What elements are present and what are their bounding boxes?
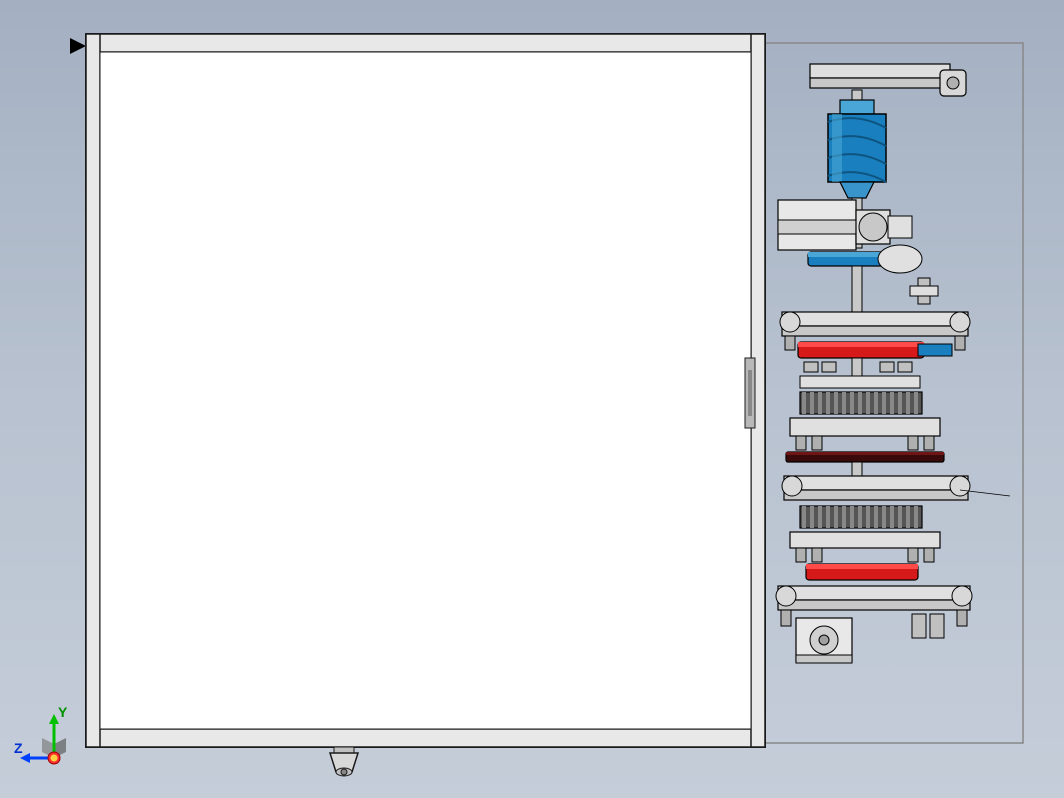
spacer-plate-1	[800, 376, 920, 388]
cad-viewport[interactable]: Y Z	[0, 0, 1064, 798]
upper-support-block	[778, 200, 912, 250]
dark-disc	[786, 452, 944, 462]
blue-helical-component	[828, 100, 886, 198]
triad-y-label: Y	[58, 704, 67, 720]
panel-latch	[745, 358, 755, 428]
triad-svg	[20, 708, 90, 778]
lower-standoffs	[912, 614, 944, 638]
mid-plate-1	[790, 418, 940, 436]
view-triad[interactable]: Y Z	[20, 708, 90, 778]
mid-plate-2	[790, 532, 940, 548]
main-panel-assembly	[70, 34, 765, 776]
red-disc-1	[798, 342, 952, 358]
red-disc-2	[806, 564, 918, 580]
corner-tab-icon	[70, 38, 86, 54]
top-bracket-arm	[810, 64, 966, 96]
spur-gear-2	[800, 506, 922, 528]
standoff-bolt-1	[910, 278, 938, 304]
cad-assembly-view	[0, 0, 1064, 798]
bolt-row-mid-2	[796, 548, 934, 562]
spur-gear-1	[800, 392, 922, 414]
triad-z-label: Z	[14, 740, 23, 756]
mechanism-column	[776, 64, 1010, 663]
arm-plate-2	[782, 476, 1010, 500]
lower-bearing-block	[796, 618, 852, 663]
bolt-row-mid	[796, 436, 934, 450]
bottom-foot-knob	[330, 747, 358, 776]
